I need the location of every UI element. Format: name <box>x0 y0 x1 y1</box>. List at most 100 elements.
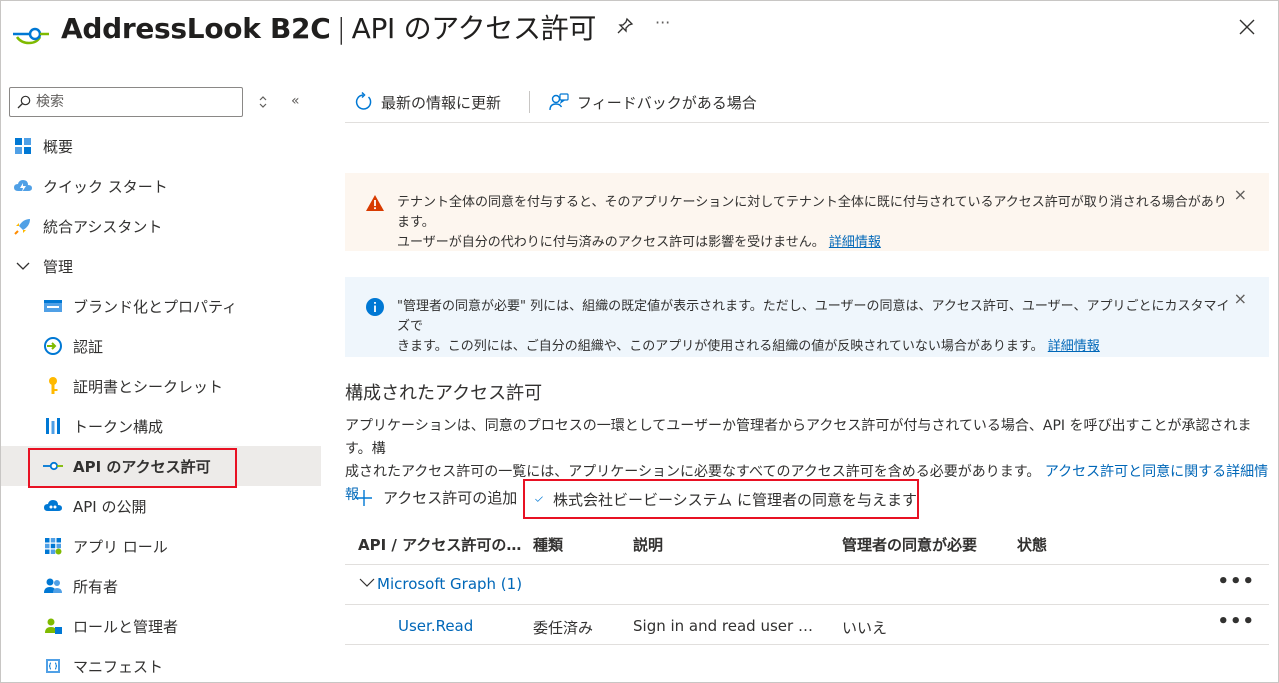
sidebar-item-overview[interactable]: 概要 <box>1 126 321 166</box>
permissions-table: API / アクセス許可の… 種類 説明 管理者の同意が必要 状態 Micros… <box>345 523 1269 645</box>
chevron-down-icon <box>13 256 33 276</box>
sidebar-item-label: マニフェスト <box>73 657 164 676</box>
column-header-admin-consent[interactable]: 管理者の同意が必要 <box>842 534 977 555</box>
sidebar-item-manifest[interactable]: マニフェスト <box>1 646 321 683</box>
overview-grid-icon <box>13 136 33 156</box>
collapse-sidebar-icon[interactable]: « <box>291 93 300 109</box>
sort-icon[interactable] <box>257 95 269 109</box>
sidebar-item-branding[interactable]: ブランド化とプロパティ <box>1 286 321 326</box>
sidebar-item-roles-admins[interactable]: ロールと管理者 <box>1 606 321 646</box>
sidebar-item-label: 管理 <box>43 257 74 276</box>
owners-people-icon <box>43 576 63 596</box>
authentication-icon <box>43 336 63 356</box>
grant-admin-consent-button[interactable]: 株式会社ビービーシステム に管理者の同意を与えます <box>523 479 919 519</box>
refresh-icon <box>355 92 372 110</box>
roles-admins-icon <box>43 616 63 636</box>
checkmark-icon <box>535 496 543 502</box>
toolbar-divider <box>529 91 530 113</box>
sidebar-item-label: API のアクセス許可 <box>73 457 211 476</box>
info-text: "管理者の同意が必要" 列には、組織の既定値が表示されます。ただし、ユーザーの同… <box>397 297 1237 357</box>
sidebar-item-label: 認証 <box>73 337 104 356</box>
warning-banner: テナント全体の同意を付与すると、そのアプリケーションに対してテナント全体に既に付… <box>345 173 1269 251</box>
plus-icon <box>356 489 372 506</box>
group-label[interactable]: Microsoft Graph (1) <box>377 575 522 593</box>
sidebar-item-app-roles[interactable]: アプリ ロール <box>1 526 321 566</box>
sidebar-item-owners[interactable]: 所有者 <box>1 566 321 606</box>
warning-line-2: ユーザーが自分の代わりに付与済みのアクセス許可は影響を受けません。 <box>397 235 825 250</box>
feedback-button[interactable]: フィードバックがある場合 <box>549 89 757 115</box>
sidebar-item-integration-assistant[interactable]: 統合アシスタント <box>1 206 321 246</box>
table-group-row: Microsoft Graph (1) ••• <box>345 565 1269 605</box>
sidebar-item-expose-api[interactable]: API の公開 <box>1 486 321 526</box>
info-icon <box>366 298 384 316</box>
pin-icon[interactable] <box>616 17 634 35</box>
warning-line-1: テナント全体の同意を付与すると、そのアプリケーションに対してテナント全体に既に付… <box>397 195 1227 230</box>
title-separator: | <box>336 12 346 45</box>
search-icon <box>17 95 31 109</box>
grant-consent-label: 株式会社ビービーシステム に管理者の同意を与えます <box>552 490 917 509</box>
permissions-actions: アクセス許可の追加 株式会社ビービーシステム に管理者の同意を与えます <box>345 479 1269 519</box>
section-desc-line-2: 成されたアクセス許可の一覧には、アプリケーションに必要なすべてのアクセス許可を含… <box>345 464 1041 480</box>
info-banner: "管理者の同意が必要" 列には、組織の既定値が表示されます。ただし、ユーザーの同… <box>345 277 1269 357</box>
sidebar-item-label: 概要 <box>43 137 74 156</box>
section-title: 構成されたアクセス許可 <box>345 383 543 404</box>
permission-type: 委任済み <box>533 619 594 637</box>
sidebar-item-label: ブランド化とプロパティ <box>73 297 238 316</box>
page-title: AddressLook B2C | API のアクセス許可 <box>61 7 596 47</box>
info-line-1: "管理者の同意が必要" 列には、組織の既定値が表示されます。ただし、ユーザーの同… <box>397 299 1230 334</box>
sidebar-item-label: 統合アシスタント <box>43 217 163 236</box>
table-header: API / アクセス許可の… 種類 説明 管理者の同意が必要 状態 <box>345 523 1269 565</box>
column-header-status[interactable]: 状態 <box>1017 534 1047 555</box>
app-roles-grid-icon <box>43 536 63 556</box>
sidebar-item-label: API の公開 <box>73 497 147 516</box>
sidebar-item-certificates-secrets[interactable]: 証明書とシークレット <box>1 366 321 406</box>
page-name: API のアクセス許可 <box>351 12 597 45</box>
search-input[interactable] <box>36 92 236 112</box>
warning-close-icon[interactable]: × <box>1234 185 1247 205</box>
sidebar-item-label: 所有者 <box>73 577 119 596</box>
cloud-quickstart-icon <box>13 176 33 196</box>
warning-icon <box>366 195 384 211</box>
warning-learn-more-link[interactable]: 詳細情報 <box>829 235 881 250</box>
token-bars-icon <box>43 416 63 436</box>
column-header-api[interactable]: API / アクセス許可の… <box>358 534 521 555</box>
search-box[interactable] <box>9 87 243 117</box>
column-header-description[interactable]: 説明 <box>633 534 663 555</box>
sidebar-item-label: アプリ ロール <box>73 537 168 556</box>
feedback-label: フィードバックがある場合 <box>577 93 757 112</box>
branding-icon <box>43 296 63 316</box>
sidebar-item-label: トークン構成 <box>73 417 164 436</box>
more-options-icon[interactable]: ··· <box>655 13 670 32</box>
section-desc-line-1: アプリケーションは、同意のプロセスの一環としてユーザーか管理者からアクセス許可が… <box>345 418 1252 457</box>
refresh-button[interactable]: 最新の情報に更新 <box>353 89 501 115</box>
sidebar-item-token-configuration[interactable]: トークン構成 <box>1 406 321 446</box>
expose-api-cloud-icon <box>43 496 63 516</box>
sidebar-item-label: ロールと管理者 <box>73 617 179 636</box>
row-more-icon[interactable]: ••• <box>1217 611 1255 632</box>
sidebar-item-authentication[interactable]: 認証 <box>1 326 321 366</box>
chevron-down-icon[interactable] <box>359 577 375 589</box>
manifest-icon <box>43 656 63 676</box>
refresh-label: 最新の情報に更新 <box>381 93 502 112</box>
sidebar-item-quickstart[interactable]: クイック スタート <box>1 166 321 206</box>
warning-text: テナント全体の同意を付与すると、そのアプリケーションに対してテナント全体に既に付… <box>397 193 1237 253</box>
api-permissions-icon <box>43 456 63 476</box>
close-icon[interactable] <box>1237 17 1257 37</box>
blade-header: AddressLook B2C | API のアクセス許可 ··· <box>1 1 1278 59</box>
permission-name-link[interactable]: User.Read <box>398 617 473 635</box>
group-more-icon[interactable]: ••• <box>1217 571 1255 592</box>
sidebar-item-label: 証明書とシークレット <box>73 377 224 396</box>
sidebar-group-manage[interactable]: 管理 <box>1 246 321 286</box>
permission-description: Sign in and read user … <box>633 617 813 635</box>
add-permission-button[interactable]: アクセス許可の追加 <box>355 487 517 508</box>
sidebar-item-api-permissions[interactable]: API のアクセス許可 <box>1 446 321 486</box>
rocket-icon <box>13 216 33 236</box>
column-header-type[interactable]: 種類 <box>533 534 563 555</box>
feedback-icon <box>549 93 569 111</box>
permission-admin-consent: いいえ <box>842 619 888 637</box>
app-registration-icon <box>13 27 49 45</box>
info-learn-more-link[interactable]: 詳細情報 <box>1048 339 1100 354</box>
key-icon <box>43 376 63 396</box>
info-close-icon[interactable]: × <box>1234 289 1247 309</box>
app-name: AddressLook B2C <box>61 12 331 45</box>
